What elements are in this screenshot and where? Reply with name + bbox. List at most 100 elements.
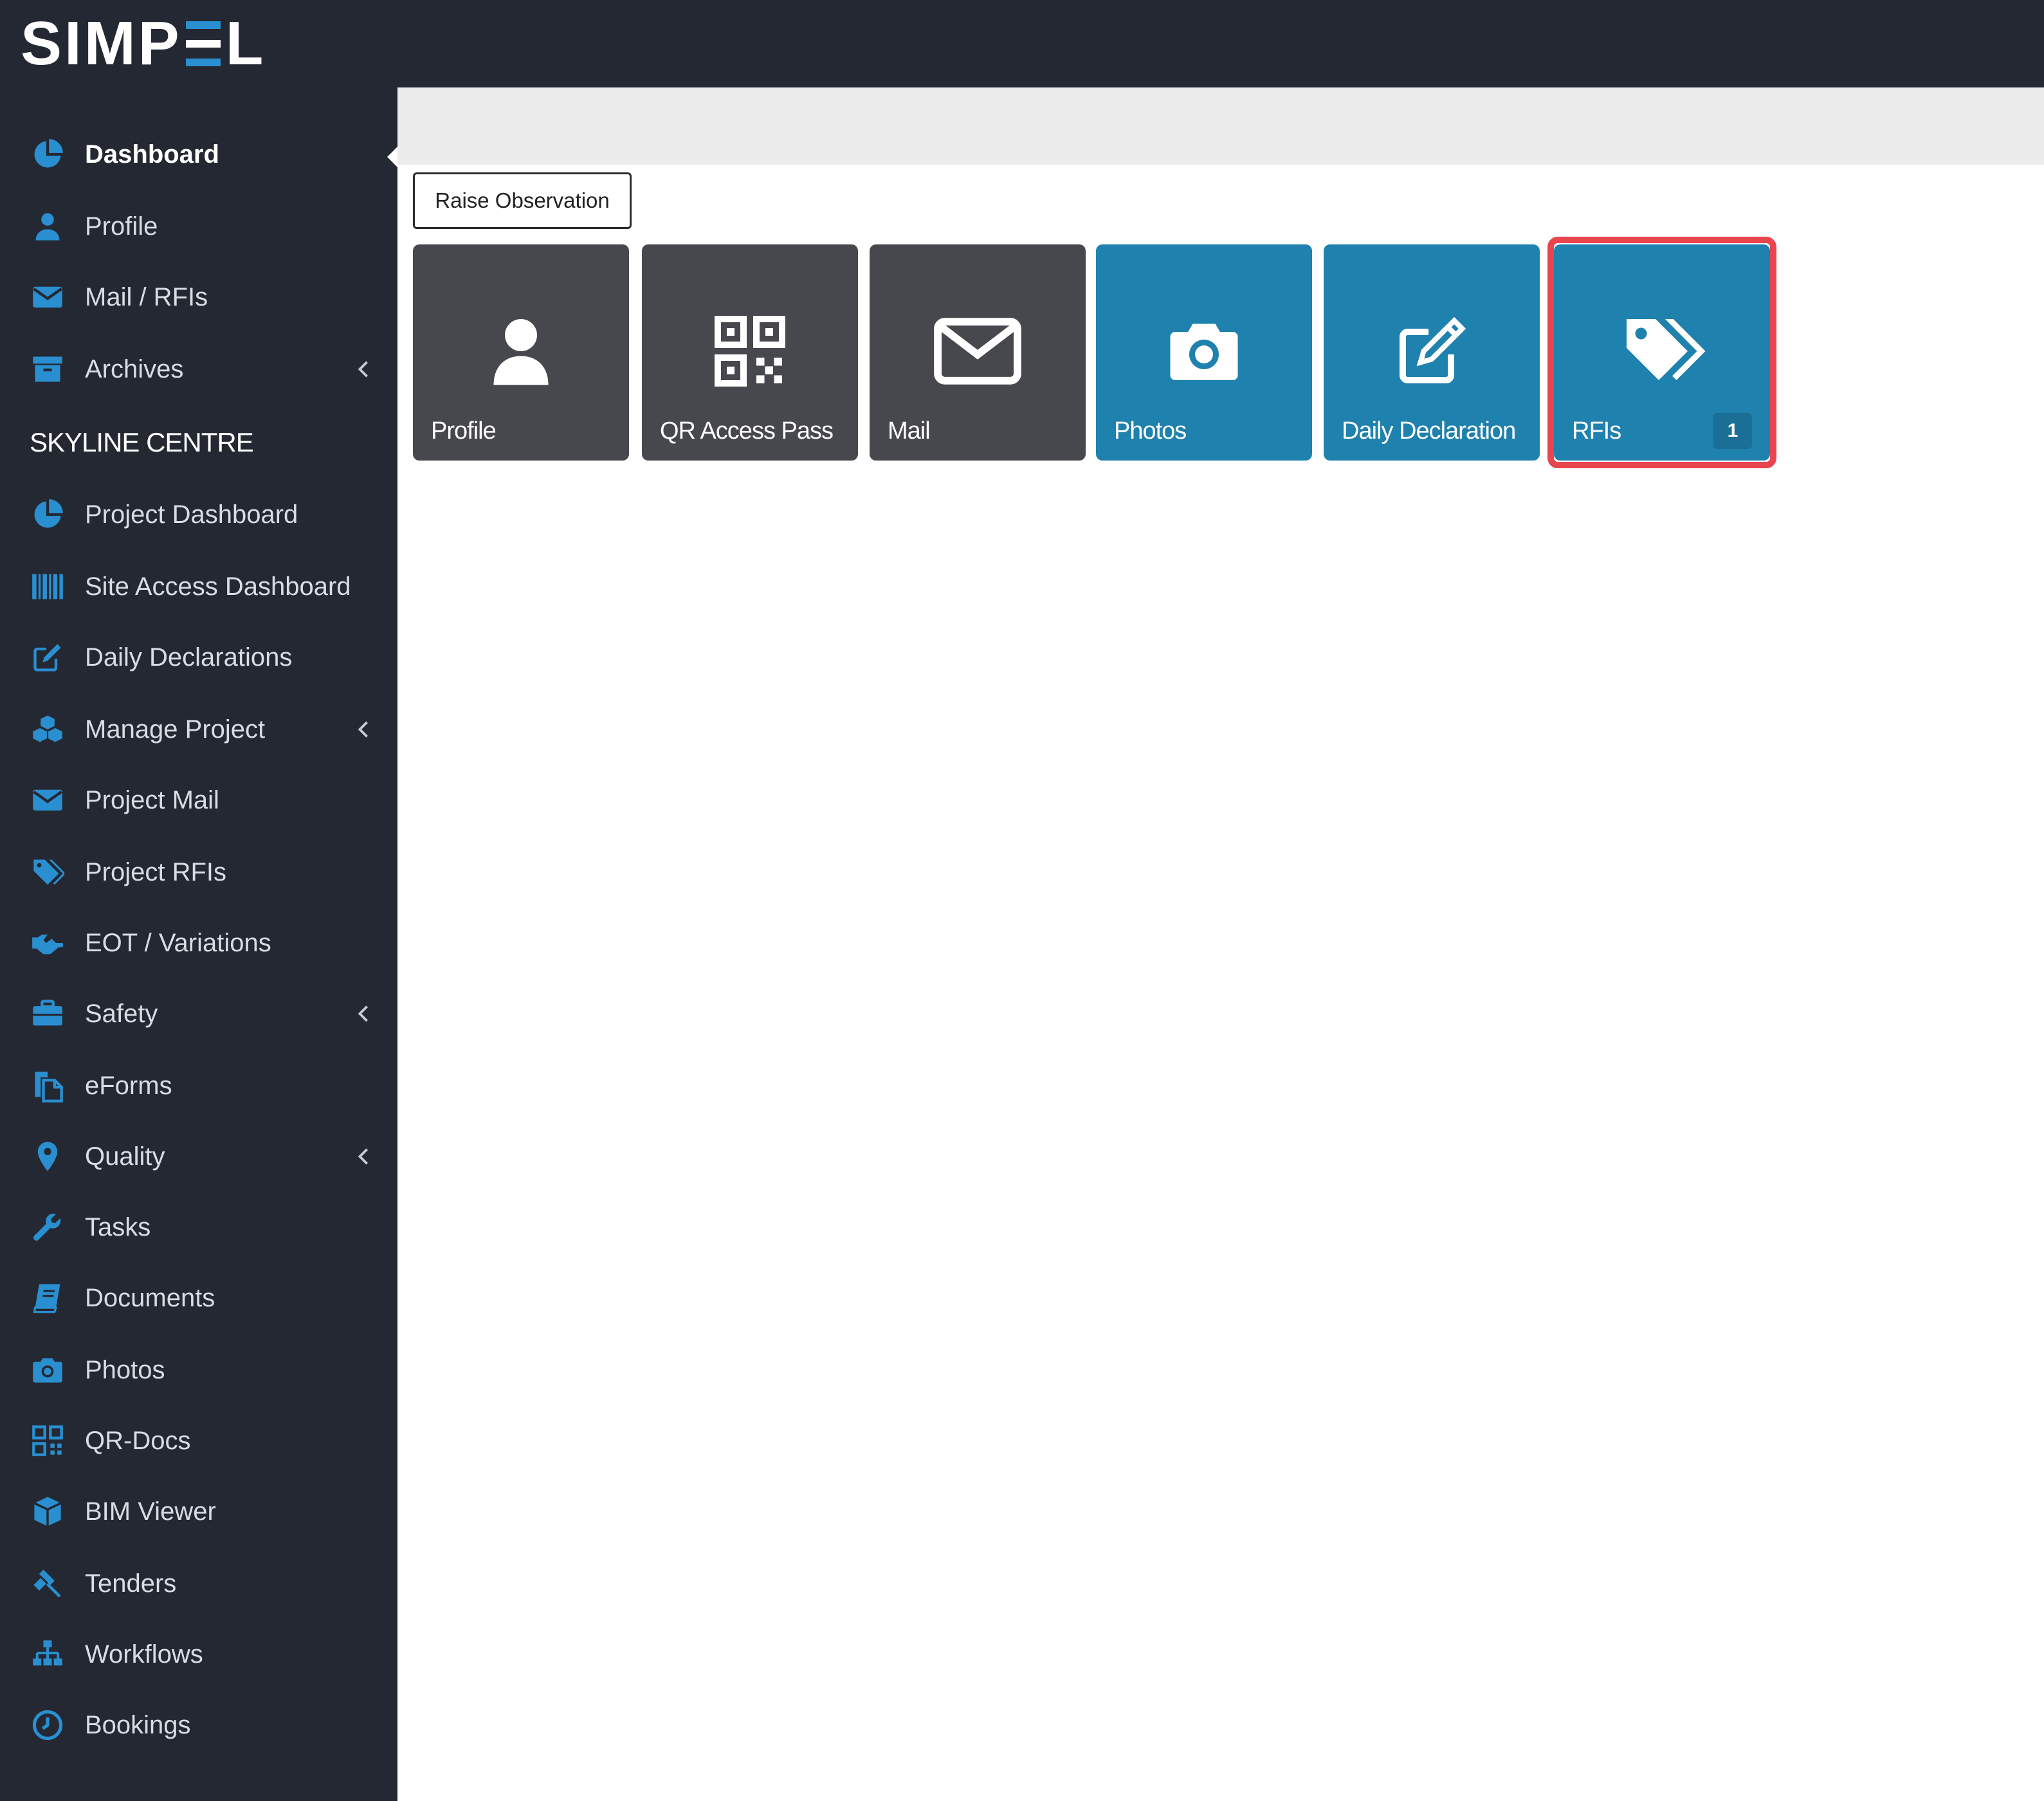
sidebar-item-workflows[interactable]: Workflows [0, 1623, 397, 1685]
pie-chart-icon [28, 135, 67, 174]
sidebar-item-bookings[interactable]: Bookings [0, 1694, 397, 1756]
pie-chart-icon [28, 495, 67, 534]
tags-icon [1554, 306, 1770, 396]
sidebar-item-label: Workflows [85, 1640, 203, 1668]
qrcode-icon [28, 1422, 67, 1460]
sidebar-item-project-mail[interactable]: Project Mail [0, 769, 397, 831]
sidebar-item-label: Profile [85, 212, 158, 241]
tile-daily-declaration[interactable]: Daily Declaration [1324, 244, 1540, 461]
sidebar-item-project-rfis[interactable]: Project RFIs [0, 841, 397, 903]
logo-text-right: L [225, 9, 266, 78]
sidebar-item-label: Daily Declarations [85, 643, 293, 672]
barcode-icon [28, 567, 67, 606]
sidebar-item-label: Project Mail [85, 785, 219, 814]
files-icon [28, 1066, 67, 1105]
archive-icon [28, 350, 67, 389]
user-icon [413, 306, 629, 396]
wrench-icon [28, 1208, 67, 1247]
envelope-icon [28, 278, 67, 316]
map-marker-icon [28, 1137, 67, 1176]
clock-icon [28, 1706, 67, 1744]
sidebar-item-label: EOT / Variations [85, 928, 271, 957]
rfis-count-badge: 1 [1713, 413, 1752, 449]
gavel-icon [28, 1564, 67, 1603]
sidebar-item-label: QR-Docs [85, 1426, 191, 1455]
sidebar-item-label: Site Access Dashboard [85, 572, 351, 601]
tags-icon [28, 853, 67, 891]
sidebar-item-label: Project RFIs [85, 857, 227, 886]
sidebar-item-label: Tasks [85, 1212, 151, 1241]
sidebar-item-label: Safety [85, 999, 158, 1028]
main-content: Raise Observation Profile QR Access Pass… [397, 87, 2044, 1801]
envelope-icon [870, 306, 1086, 396]
sidebar-item-archives[interactable]: Archives [0, 338, 397, 400]
logo-e-icon [185, 21, 221, 66]
page-header-bar [397, 87, 2044, 165]
raise-observation-button[interactable]: Raise Observation [413, 172, 632, 229]
cube-icon [28, 1492, 67, 1531]
sidebar-item-label: Manage Project [85, 715, 266, 744]
sidebar-item-label: Tenders [85, 1569, 177, 1598]
sidebar-item-label: Documents [85, 1283, 215, 1312]
sidebar-item-qr-docs[interactable]: QR-Docs [0, 1410, 397, 1472]
tile-label: RFIs [1572, 417, 1621, 444]
handshake-icon [28, 924, 67, 962]
sidebar: Dashboard Profile Mail / RFIs Archives S… [0, 87, 399, 1801]
sidebar-item-label: Bookings [85, 1710, 191, 1739]
tile-rfis[interactable]: RFIs 1 [1554, 244, 1770, 461]
sidebar-item-label: Quality [85, 1142, 165, 1171]
sidebar-item-label: Mail / RFIs [85, 282, 208, 311]
sidebar-item-label: Archives [85, 354, 184, 383]
sidebar-item-tasks[interactable]: Tasks [0, 1196, 397, 1258]
sidebar-item-label: BIM Viewer [85, 1497, 216, 1526]
sitemap-icon [28, 1635, 67, 1674]
user-icon [28, 207, 67, 246]
sidebar-item-safety[interactable]: Safety [0, 983, 397, 1045]
top-bar: SIMP L [0, 0, 2044, 87]
sidebar-item-profile[interactable]: Profile [0, 196, 397, 257]
sidebar-item-eot-variations[interactable]: EOT / Variations [0, 912, 397, 974]
chevron-left-icon[interactable] [352, 358, 374, 380]
tile-label: Daily Declaration [1342, 417, 1516, 444]
tile-profile[interactable]: Profile [413, 244, 629, 461]
sidebar-item-documents[interactable]: Documents [0, 1267, 397, 1329]
sidebar-item-site-access-dashboard[interactable]: Site Access Dashboard [0, 556, 397, 617]
sidebar-item-tenders[interactable]: Tenders [0, 1553, 397, 1614]
tile-photos[interactable]: Photos [1096, 244, 1312, 461]
edit-icon [28, 638, 67, 677]
envelope-icon [28, 781, 67, 819]
chevron-left-icon[interactable] [352, 1146, 374, 1167]
sidebar-item-label: Project Dashboard [85, 500, 298, 529]
chevron-left-icon[interactable] [352, 718, 374, 740]
sidebar-item-dashboard[interactable]: Dashboard [0, 123, 397, 185]
book-icon [28, 1279, 67, 1317]
sidebar-item-quality[interactable]: Quality [0, 1126, 397, 1187]
logo-text-left: SIMP [21, 9, 182, 78]
briefcase-icon [28, 994, 67, 1033]
chevron-left-icon[interactable] [352, 1003, 374, 1025]
tile-label: Mail [888, 417, 931, 444]
sidebar-item-manage-project[interactable]: Manage Project [0, 699, 397, 760]
sidebar-item-photos[interactable]: Photos [0, 1339, 397, 1401]
camera-icon [28, 1351, 67, 1389]
sidebar-item-eforms[interactable]: eForms [0, 1055, 397, 1117]
tile-qr-access-pass[interactable]: QR Access Pass [642, 244, 858, 461]
edit-icon [1324, 306, 1540, 396]
qrcode-icon [642, 306, 858, 396]
tile-mail[interactable]: Mail [870, 244, 1086, 461]
sidebar-item-label: Photos [85, 1355, 165, 1384]
tile-label: QR Access Pass [660, 417, 834, 444]
sidebar-item-daily-declarations[interactable]: Daily Declarations [0, 626, 397, 688]
camera-icon [1096, 306, 1312, 396]
tile-label: Profile [431, 417, 497, 444]
tile-label: Photos [1114, 417, 1187, 444]
simpel-logo[interactable]: SIMP L [21, 12, 266, 76]
sidebar-item-mail-rfis[interactable]: Mail / RFIs [0, 266, 397, 328]
sidebar-item-label: eForms [85, 1071, 172, 1100]
app-window: SIMP L Dashboard Profile Mail / RFIs Arc… [0, 0, 2044, 1801]
sidebar-item-project-dashboard[interactable]: Project Dashboard [0, 484, 397, 545]
sidebar-item-label: Dashboard [85, 140, 219, 169]
project-section-title: SKYLINE CENTRE [30, 427, 254, 457]
cubes-icon [28, 710, 67, 749]
sidebar-item-bim-viewer[interactable]: BIM Viewer [0, 1481, 397, 1542]
